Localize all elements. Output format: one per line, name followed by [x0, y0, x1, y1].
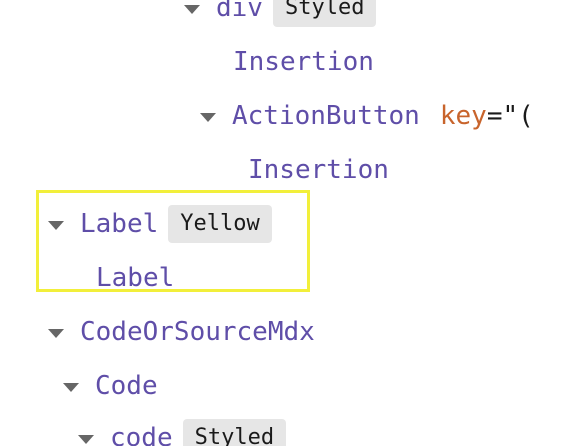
node-badge: Yellow [168, 205, 272, 243]
caret-down-icon[interactable] [63, 382, 79, 392]
prop-key: key [439, 101, 487, 131]
tree-node-div[interactable]: div Styled [184, 0, 377, 28]
node-text: Insertion [248, 155, 389, 185]
tree-leaf-insertion[interactable]: Insertion [233, 42, 374, 82]
node-badge: Styled [272, 0, 377, 27]
tree-leaf-insertion[interactable]: Insertion [248, 150, 389, 190]
tree-leaf-label[interactable]: Label [96, 258, 174, 298]
node-text: Label [96, 263, 175, 293]
caret-down-icon[interactable] [48, 328, 64, 338]
node-text: Insertion [233, 47, 374, 77]
tree-node-code-styled[interactable]: code Styled [78, 418, 287, 446]
prop-equals: = [486, 101, 503, 131]
node-name: CodeOrSourceMdx [80, 317, 315, 347]
caret-down-icon[interactable] [184, 4, 200, 14]
caret-down-icon[interactable] [78, 434, 94, 444]
node-name: code [110, 423, 173, 446]
prop-value: "( [502, 101, 534, 131]
node-name: ActionButton [232, 101, 420, 131]
node-badge: Styled [182, 419, 287, 446]
node-name: div [216, 0, 263, 23]
tree-node-label[interactable]: Label Yellow [48, 204, 272, 244]
caret-down-icon[interactable] [48, 220, 64, 230]
component-tree: div Styled Insertion ActionButton key = … [0, 0, 565, 446]
tree-node-code[interactable]: Code [63, 366, 158, 406]
tree-node-code-or-source-mdx[interactable]: CodeOrSourceMdx [48, 312, 315, 352]
node-name: Label [80, 209, 159, 239]
tree-node-action-button[interactable]: ActionButton key = "( [200, 96, 534, 136]
caret-down-icon[interactable] [200, 112, 216, 122]
node-name: Code [95, 371, 158, 401]
